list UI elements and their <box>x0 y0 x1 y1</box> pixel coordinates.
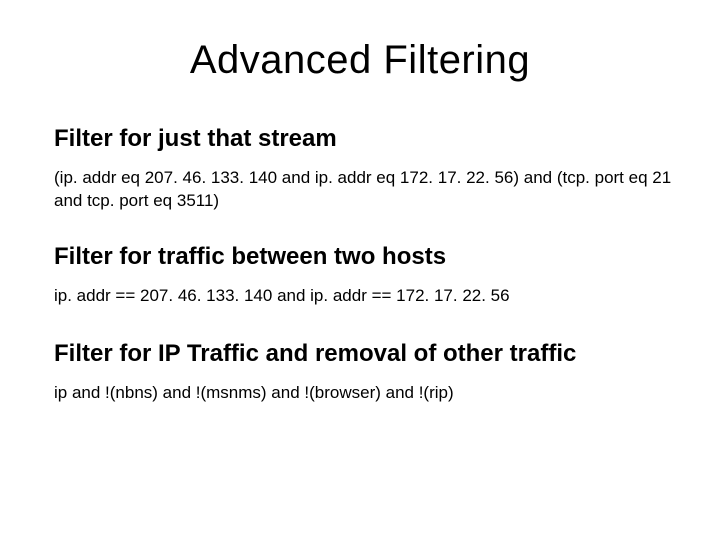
section-body-3: ip and !(nbns) and !(msnms) and !(browse… <box>54 382 672 405</box>
slide-title: Advanced Filtering <box>48 38 672 83</box>
section-heading-3: Filter for IP Traffic and removal of oth… <box>54 340 672 368</box>
section-heading-2: Filter for traffic between two hosts <box>54 243 672 271</box>
section-heading-1: Filter for just that stream <box>54 125 672 153</box>
slide-content: Filter for just that stream (ip. addr eq… <box>48 125 672 405</box>
section-body-2: ip. addr == 207. 46. 133. 140 and ip. ad… <box>54 285 672 308</box>
section-body-1: (ip. addr eq 207. 46. 133. 140 and ip. a… <box>54 167 672 213</box>
